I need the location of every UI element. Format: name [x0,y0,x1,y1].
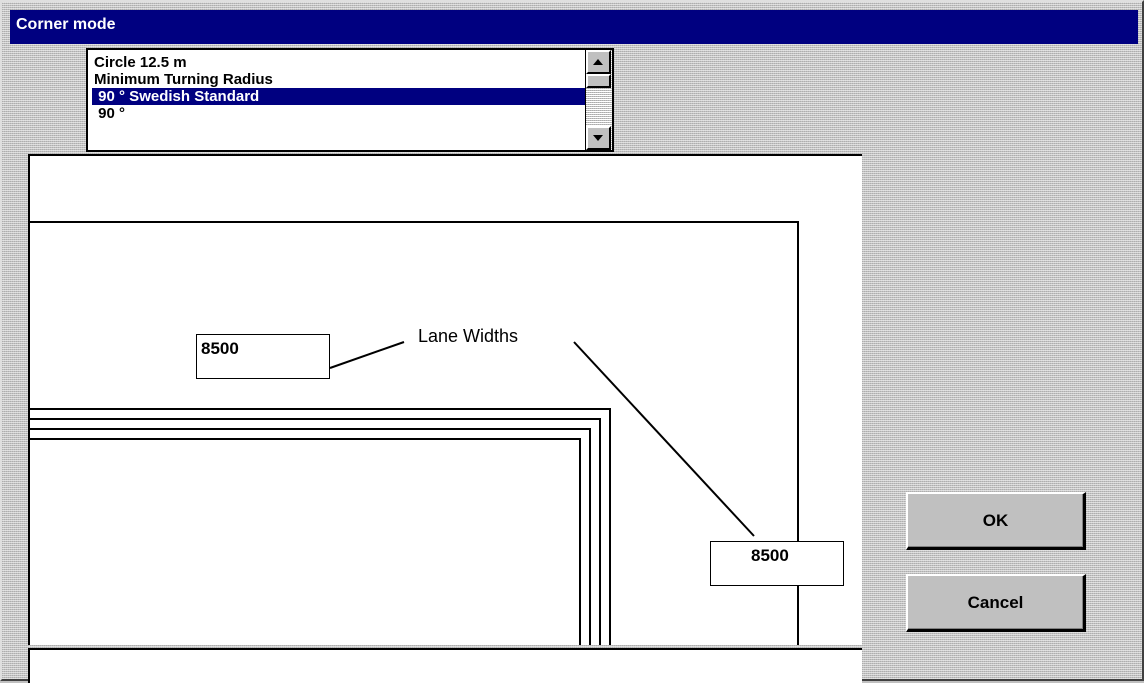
road-line-4 [30,438,581,645]
leader-line-left [329,341,405,369]
road-line-3 [30,428,591,645]
lane-widths-label: Lane Widths [418,326,519,346]
list-item[interactable]: Circle 12.5 m [92,54,586,71]
corner-mode-dialog: Corner mode Circle 12.5 m Minimum Turnin… [0,0,1144,683]
arrow-up-icon [593,59,603,65]
road-line-2 [30,418,601,645]
cancel-button[interactable]: Cancel [906,574,1086,632]
ok-button[interactable]: OK [906,492,1086,550]
corner-type-listbox[interactable]: Circle 12.5 m Minimum Turning Radius 90 … [86,48,614,152]
lane-width-left-input[interactable]: 8500 [196,334,330,379]
list-item[interactable]: Minimum Turning Radius [92,71,586,88]
corner-preview: Lane Widths 8500 8500 [28,154,862,645]
arrow-down-icon [593,135,603,141]
title-bar: Corner mode [10,10,1138,44]
bottom-panel [28,648,862,683]
list-scrollbar[interactable] [585,50,612,150]
outer-boundary-line [30,221,799,645]
lane-width-right-input[interactable]: 8500 [710,541,844,586]
scroll-up-button[interactable] [586,50,611,74]
list-item[interactable]: 90 ° [92,105,586,122]
dialog-title: Corner mode [16,16,116,33]
scroll-thumb[interactable] [586,74,611,88]
list-item-selected[interactable]: 90 ° Swedish Standard [92,88,586,105]
scroll-down-button[interactable] [586,126,611,150]
road-line-1 [30,408,611,645]
